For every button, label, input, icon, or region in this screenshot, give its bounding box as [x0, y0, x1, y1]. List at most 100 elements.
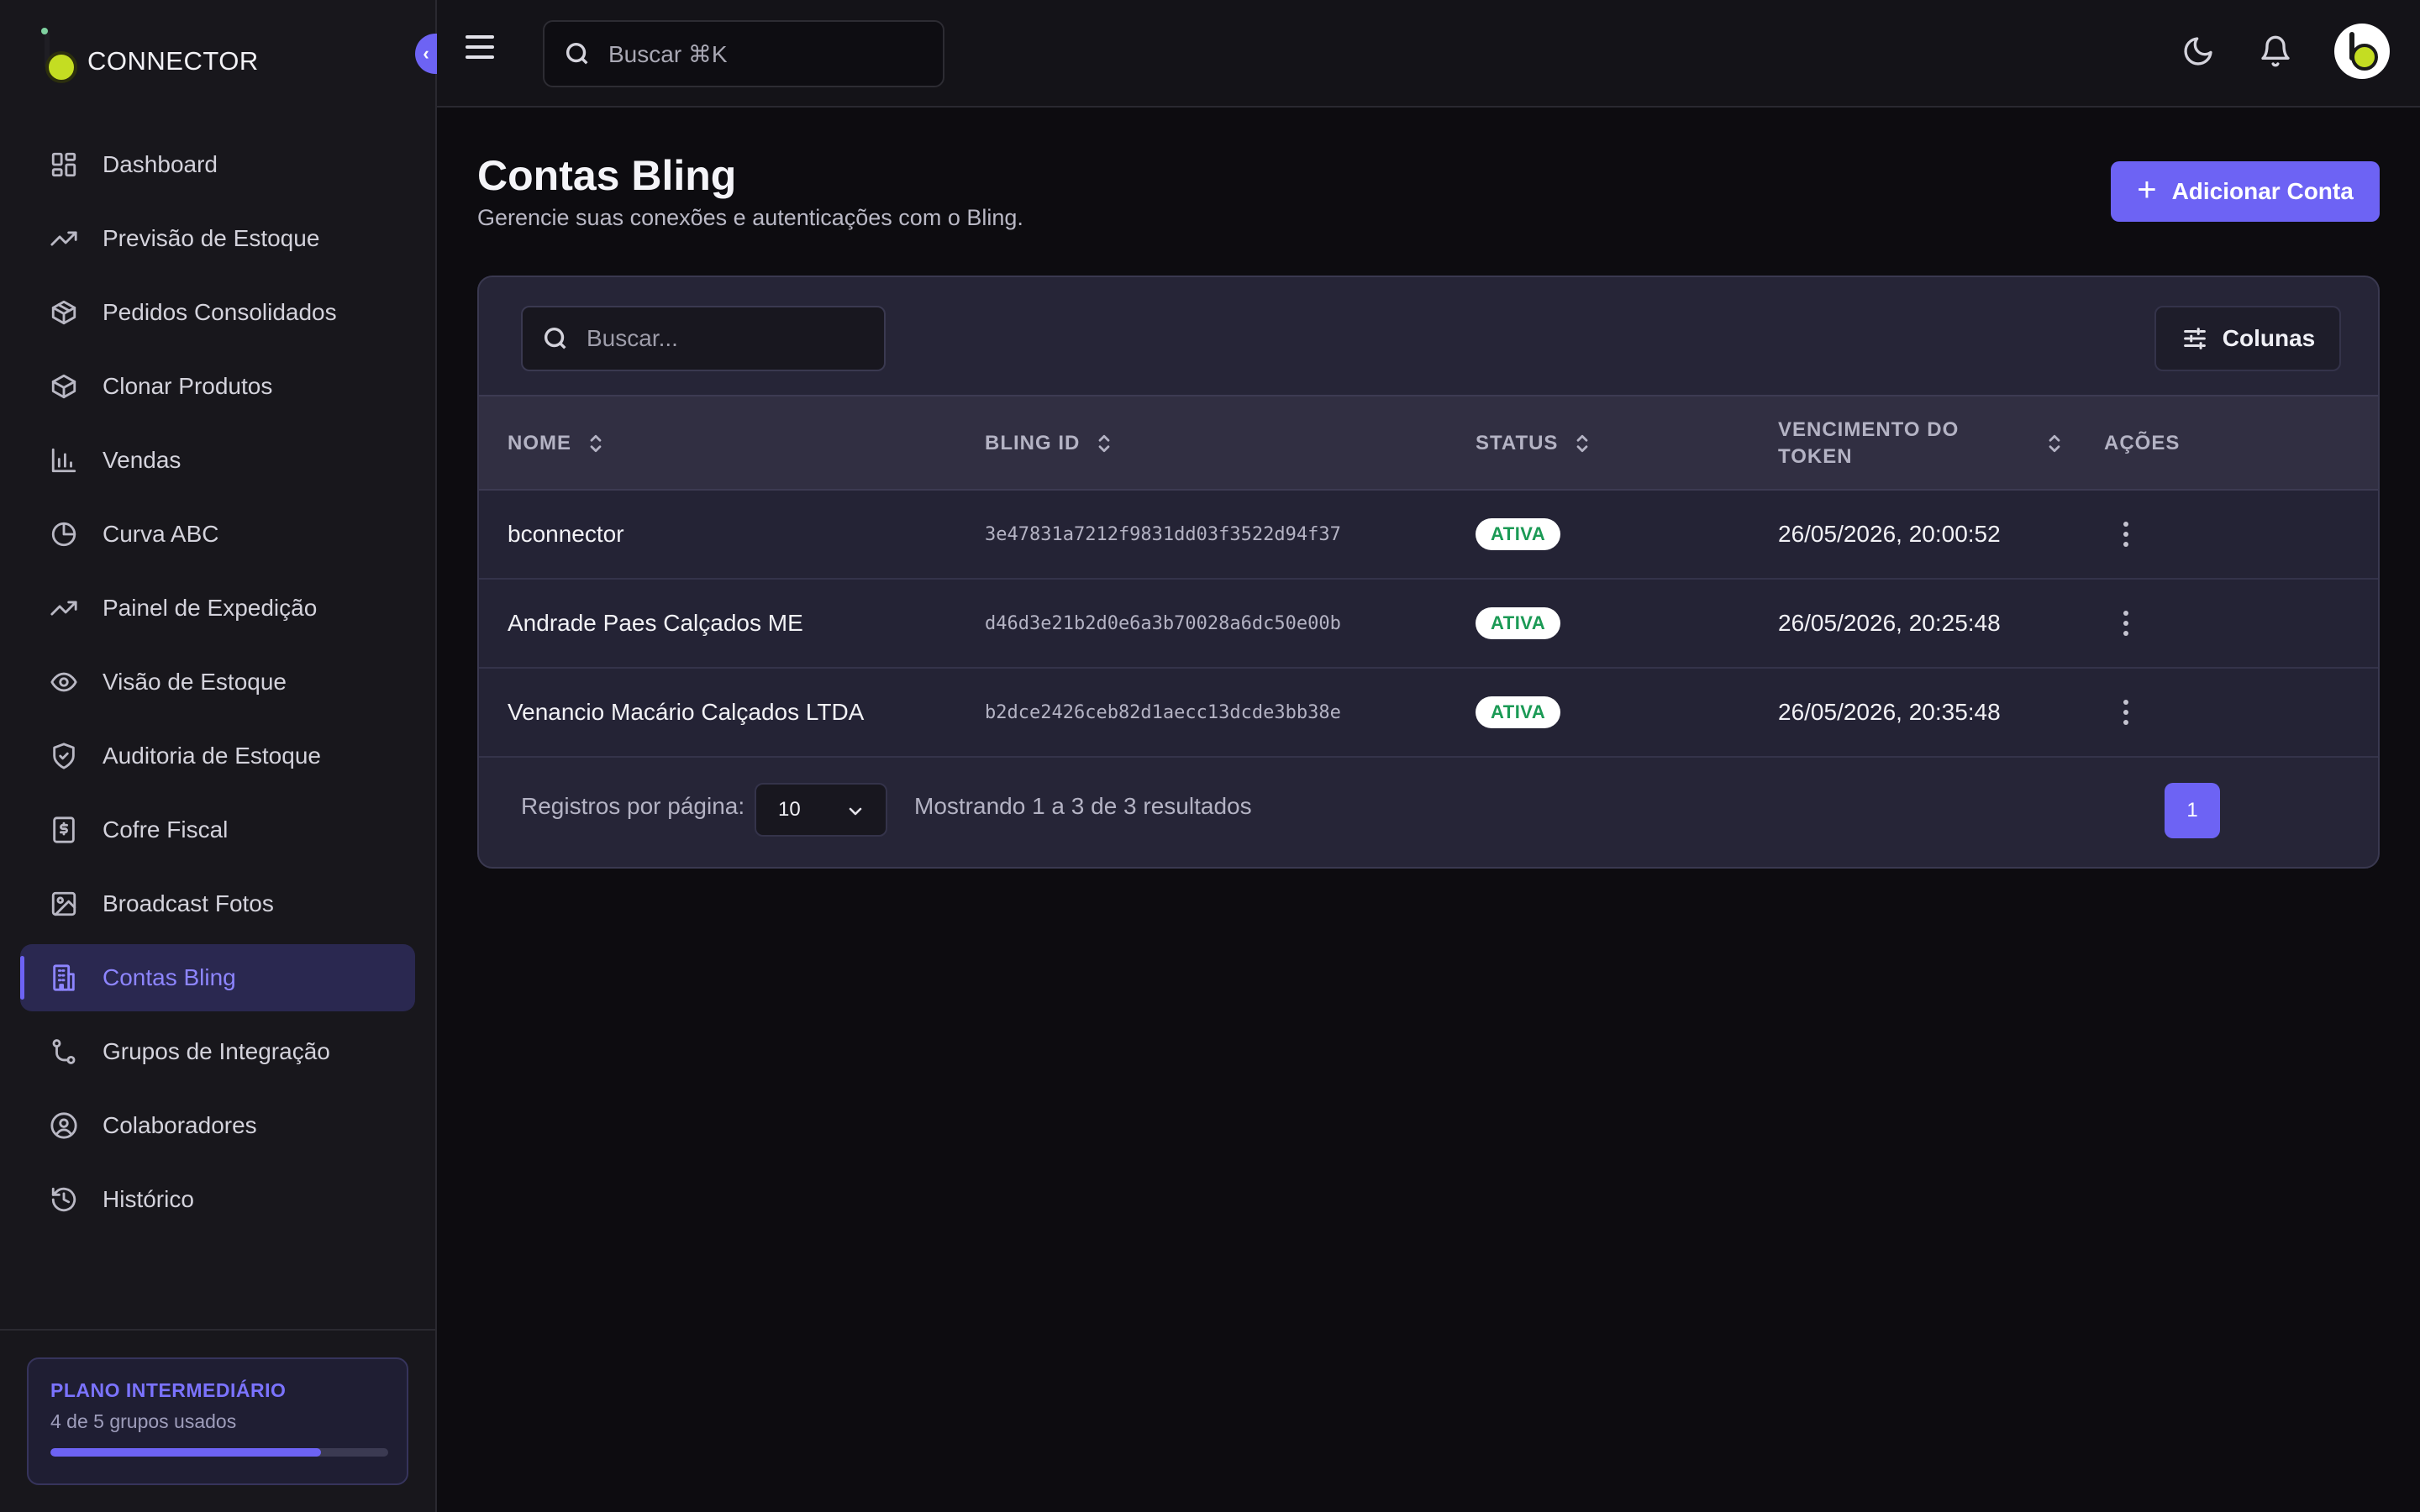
sidebar-item-vendas[interactable]: Vendas	[20, 427, 415, 494]
moon-icon[interactable]	[2178, 31, 2218, 71]
status-badge: ATIVA	[1476, 607, 1561, 639]
sidebar-item-label: Painel de Expedição	[103, 595, 318, 621]
logo-icon	[37, 24, 81, 83]
eye-icon	[49, 667, 79, 697]
column-header-status[interactable]: STATUS	[1476, 396, 1591, 491]
plan-progress-bar	[50, 1448, 388, 1457]
plan-usage: 4 de 5 grupos usados	[50, 1410, 237, 1432]
sidebar-item-label: Visão de Estoque	[103, 669, 287, 695]
search-icon	[566, 42, 588, 65]
table-search-input[interactable]: Buscar...	[521, 306, 886, 371]
per-page-label: Registros por página:	[521, 793, 745, 819]
sort-icon[interactable]	[1095, 431, 1113, 456]
sidebar-item-label: Histórico	[103, 1186, 194, 1212]
history-icon	[49, 1184, 79, 1215]
column-header-nome[interactable]: NOME	[508, 396, 605, 491]
topbar: Buscar ⌘K	[437, 0, 2420, 108]
table-row[interactable]: Venancio Macário Calçados LTDA b2dce2426…	[479, 669, 2378, 758]
sidebar-item-label: Broadcast Fotos	[103, 890, 274, 916]
receipt-icon	[49, 815, 79, 845]
menu-icon[interactable]	[466, 35, 499, 69]
plan-title: PLANO INTERMEDIÁRIO	[50, 1379, 287, 1401]
building-icon	[49, 963, 79, 993]
trending-up-icon	[49, 593, 79, 623]
topbar-actions	[2141, 24, 2390, 79]
sidebar-nav: Dashboard Previsão de Estoque Pedidos Co…	[20, 131, 415, 1240]
shield-check-icon	[49, 741, 79, 771]
sidebar-item-contas-bling[interactable]: Contas Bling	[20, 944, 415, 1011]
results-summary: Mostrando 1 a 3 de 3 resultados	[914, 793, 1252, 819]
sidebar-item-colaboradores[interactable]: Colaboradores	[20, 1092, 415, 1159]
sidebar-item-painel-expedicao[interactable]: Painel de Expedição	[20, 575, 415, 642]
more-actions-icon[interactable]	[2118, 519, 2134, 549]
sidebar-item-label: Pedidos Consolidados	[103, 299, 337, 325]
add-account-button[interactable]: + Adicionar Conta	[2111, 161, 2380, 222]
token-expiry: 26/05/2026, 20:00:52	[1778, 521, 2001, 547]
bling-id: b2dce2426ceb82d1aecc13dcde3bb38e	[985, 701, 1341, 723]
per-page-select[interactable]: 10	[755, 783, 887, 837]
columns-button[interactable]: Colunas	[2154, 306, 2341, 371]
image-icon	[49, 889, 79, 919]
sidebar-item-label: Curva ABC	[103, 521, 219, 547]
sidebar-item-historico[interactable]: Histórico	[20, 1166, 415, 1233]
page-subtitle: Gerencie suas conexões e autenticações c…	[477, 205, 1023, 230]
sidebar-item-cofre-fiscal[interactable]: Cofre Fiscal	[20, 796, 415, 864]
more-actions-icon[interactable]	[2118, 697, 2134, 727]
bar-chart-icon	[49, 445, 79, 475]
accounts-table-card: Buscar... Colunas NOME BLING ID STATUS V…	[477, 276, 2380, 869]
brand-name: CONNECTOR	[87, 46, 259, 76]
token-expiry: 26/05/2026, 20:35:48	[1778, 699, 2001, 725]
sidebar-item-clonar-produtos[interactable]: Clonar Produtos	[20, 353, 415, 420]
global-search-placeholder: Buscar ⌘K	[608, 40, 728, 67]
more-actions-icon[interactable]	[2118, 608, 2134, 638]
bell-icon[interactable]	[2255, 31, 2296, 71]
collapse-sidebar-button[interactable]: ‹	[415, 34, 437, 74]
sidebar-item-label: Grupos de Integração	[103, 1038, 330, 1064]
sidebar-item-label: Auditoria de Estoque	[103, 743, 321, 769]
column-header-label: VENCIMENTO DO TOKEN	[1778, 418, 1960, 468]
sidebar-item-pedidos-consolidados[interactable]: Pedidos Consolidados	[20, 279, 415, 346]
sidebar-item-dashboard[interactable]: Dashboard	[20, 131, 415, 198]
table-row[interactable]: bconnector 3e47831a7212f9831dd03f3522d94…	[479, 491, 2378, 580]
user-circle-icon	[49, 1110, 79, 1141]
sidebar-item-grupos-integracao[interactable]: Grupos de Integração	[20, 1018, 415, 1085]
per-page-value: 10	[778, 798, 801, 821]
sidebar-item-curva-abc[interactable]: Curva ABC	[20, 501, 415, 568]
page-title: Contas Bling	[477, 152, 737, 199]
sidebar-item-broadcast-fotos[interactable]: Broadcast Fotos	[20, 870, 415, 937]
column-header-acoes: AÇÕES	[2104, 396, 2180, 491]
column-header-bling-id[interactable]: BLING ID	[985, 396, 1113, 491]
table-header: NOME BLING ID STATUS VENCIMENTO DO TOKEN…	[479, 395, 2378, 491]
box-icon	[49, 371, 79, 402]
sort-icon[interactable]	[2045, 431, 2064, 456]
column-header-label: STATUS	[1476, 432, 1559, 454]
status-badge: ATIVA	[1476, 696, 1561, 728]
dashboard-icon	[49, 150, 79, 180]
table-footer: Registros por página: 10 Mostrando 1 a 3…	[479, 759, 2378, 867]
sliders-icon	[2183, 328, 2206, 349]
sidebar-divider	[0, 1329, 437, 1331]
sidebar-item-label: Contas Bling	[103, 964, 236, 990]
sidebar-item-visao-estoque[interactable]: Visão de Estoque	[20, 648, 415, 716]
columns-label: Colunas	[2222, 325, 2316, 351]
package-icon	[49, 297, 79, 328]
page-button-current[interactable]: 1	[2165, 783, 2220, 838]
column-header-vencimento[interactable]: VENCIMENTO DO TOKEN	[1778, 396, 2064, 491]
global-search-input[interactable]: Buscar ⌘K	[543, 20, 944, 87]
pagination: 1	[2165, 783, 2225, 838]
sort-icon[interactable]	[587, 431, 605, 456]
sort-icon[interactable]	[1573, 431, 1591, 456]
sidebar-item-label: Colaboradores	[103, 1112, 257, 1138]
sidebar-item-label: Previsão de Estoque	[103, 225, 320, 251]
app-logo[interactable]: CONNECTOR	[37, 20, 259, 87]
sidebar-item-auditoria-estoque[interactable]: Auditoria de Estoque	[20, 722, 415, 790]
plan-card[interactable]: PLANO INTERMEDIÁRIO 4 de 5 grupos usados	[27, 1357, 408, 1485]
sidebar-item-label: Clonar Produtos	[103, 373, 273, 399]
account-name: Andrade Paes Calçados ME	[508, 610, 803, 636]
bling-id: d46d3e21b2d0e6a3b70028a6dc50e00b	[985, 612, 1341, 634]
sidebar: CONNECTOR ‹ Dashboard Previsão de Estoqu…	[0, 0, 437, 1512]
sidebar-item-label: Cofre Fiscal	[103, 816, 229, 843]
sidebar-item-previsao-estoque[interactable]: Previsão de Estoque	[20, 205, 415, 272]
avatar[interactable]	[2334, 24, 2390, 79]
table-row[interactable]: Andrade Paes Calçados ME d46d3e21b2d0e6a…	[479, 580, 2378, 669]
